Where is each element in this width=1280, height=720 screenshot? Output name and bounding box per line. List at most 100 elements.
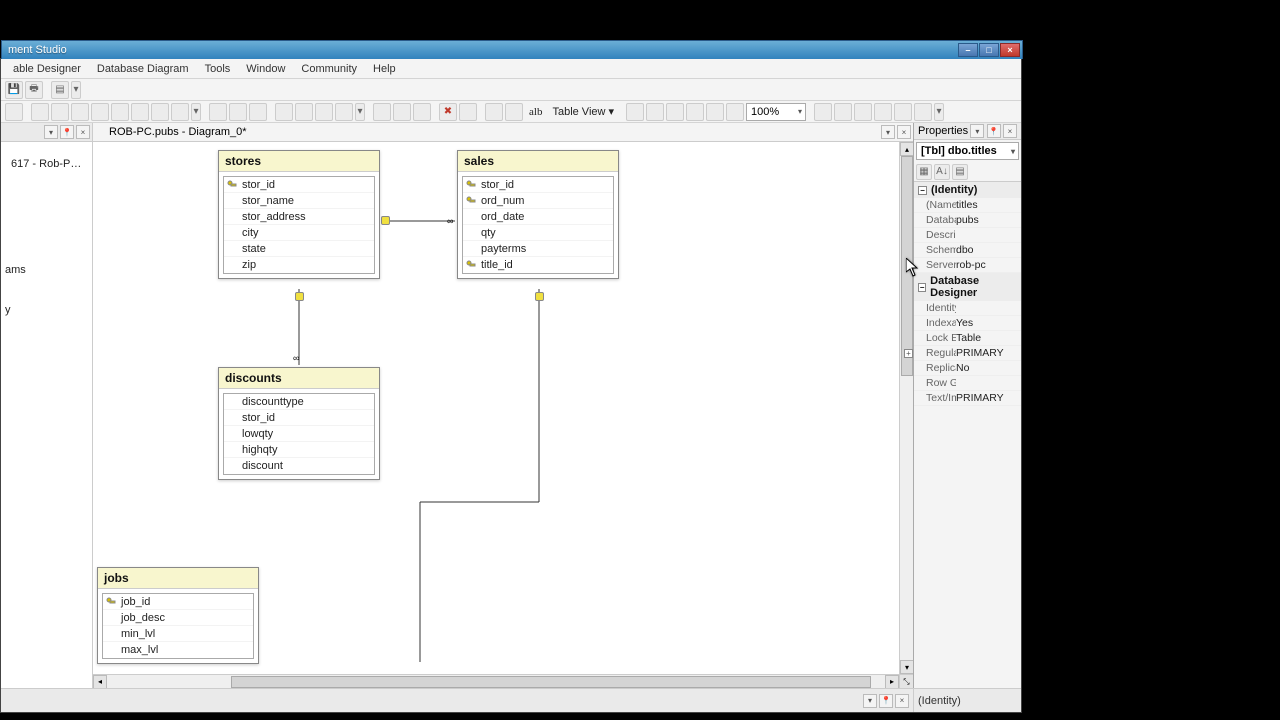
property-group-identity[interactable]: − (Identity) [914,182,1021,198]
property-replicated[interactable]: ReplicatNo [914,361,1021,376]
column-discounttype[interactable]: discounttype [224,394,374,410]
property-name[interactable]: (Name)titles [914,198,1021,213]
relation-endpoint-icon[interactable] [295,292,304,301]
property-regular[interactable]: +RegularPRIMARY [914,346,1021,361]
close-icon[interactable]: × [1003,124,1017,138]
print-icon[interactable]: 🖶 [25,81,43,99]
toolbar-btn[interactable] [413,103,431,121]
scroll-right-icon[interactable]: ▸ [885,675,899,689]
pin-icon[interactable]: 📍 [987,124,1001,138]
toolbar-btn[interactable]: ✖ [439,103,457,121]
property-group-designer[interactable]: − Database Designer [914,273,1021,301]
column-state[interactable]: state [224,241,374,257]
dropdown-icon[interactable]: ▾ [44,125,58,139]
column-max-lvl[interactable]: max_lvl [103,642,253,658]
column-payterms[interactable]: payterms [463,241,613,257]
column-min-lvl[interactable]: min_lvl [103,626,253,642]
toolbar-btn[interactable] [626,103,644,121]
table-view-dropdown[interactable]: Table View ▾ [548,105,618,118]
table-sales[interactable]: sales stor_id ord_num ord_date qty payte… [457,150,619,279]
collapse-icon[interactable]: − [918,283,926,292]
column-ord-date[interactable]: ord_date [463,209,613,225]
toolbar-btn[interactable] [151,103,169,121]
expand-icon[interactable]: + [904,349,913,358]
property-row-guid[interactable]: Row GU [914,376,1021,391]
toolbar-btn[interactable] [315,103,333,121]
scroll-up-icon[interactable]: ▴ [900,142,914,156]
property-indexable[interactable]: IndexablYes [914,316,1021,331]
dropdown-icon[interactable]: ▾ [191,103,201,121]
scroll-thumb[interactable] [231,676,871,688]
table-stores[interactable]: stores stor_id stor_name stor_address ci… [218,150,380,279]
column-title-id[interactable]: title_id [463,257,613,273]
toolbar-btn[interactable]: ▤ [51,81,69,99]
toolbar-btn[interactable] [874,103,892,121]
menu-table-designer[interactable]: able Designer [5,61,89,77]
save-icon[interactable]: 💾 [5,81,23,99]
column-discount[interactable]: discount [224,458,374,474]
toolbar-btn[interactable] [686,103,704,121]
properties-object-selector[interactable]: [Tbl] dbo.titles [916,142,1019,160]
toolbar-btn[interactable] [71,103,89,121]
property-lock-escalation[interactable]: Lock EscTable [914,331,1021,346]
toolbar-btn[interactable] [854,103,872,121]
toolbar-btn[interactable] [229,103,247,121]
toolbar-btn[interactable] [131,103,149,121]
toolbar-btn[interactable] [31,103,49,121]
alphabetical-icon[interactable]: A↓ [934,164,950,180]
toolbar-btn[interactable] [249,103,267,121]
dropdown-icon[interactable]: ▾ [934,103,944,121]
diagram-canvas[interactable]: ∞ ∞ stores stor_id stor_name stor_addres… [93,142,899,674]
column-job-desc[interactable]: job_desc [103,610,253,626]
property-text-image[interactable]: Text/ImPRIMARY [914,391,1021,406]
dropdown-icon[interactable]: ▾ [970,124,984,138]
column-lowqty[interactable]: lowqty [224,426,374,442]
table-title[interactable]: sales [458,151,618,172]
table-jobs[interactable]: jobs job_id job_desc min_lvl max_lvl [97,567,259,664]
table-title[interactable]: jobs [98,568,258,589]
pin-icon[interactable]: 📍 [60,125,74,139]
dropdown-icon[interactable]: ▾ [355,103,365,121]
toolbar-btn[interactable] [275,103,293,121]
column-job-id[interactable]: job_id [103,594,253,610]
dropdown-icon[interactable]: ▾ [863,694,877,708]
toolbar-btn[interactable] [295,103,313,121]
column-ord-num[interactable]: ord_num [463,193,613,209]
toolbar-btn[interactable] [914,103,932,121]
toolbar-btn[interactable] [459,103,477,121]
toolbar-btn[interactable] [505,103,523,121]
property-server-name[interactable]: Server Nrob-pc [914,258,1021,273]
tree-node[interactable]: ams [1,260,92,280]
close-button[interactable]: × [1000,43,1020,57]
pin-icon[interactable]: 📍 [879,694,893,708]
menu-database-diagram[interactable]: Database Diagram [89,61,197,77]
scroll-down-icon[interactable]: ▾ [900,660,914,674]
property-identity[interactable]: Identity [914,301,1021,316]
toolbar-btn[interactable] [706,103,724,121]
column-highqty[interactable]: highqty [224,442,374,458]
relation-endpoint-icon[interactable] [535,292,544,301]
toolbar-btn[interactable] [666,103,684,121]
table-title[interactable]: discounts [219,368,379,389]
toolbar-btn[interactable] [51,103,69,121]
scroll-thumb[interactable] [901,156,913,376]
close-icon[interactable]: × [897,125,911,139]
toolbar-btn[interactable] [373,103,391,121]
scroll-corner[interactable]: ⤡ [899,674,913,688]
column-stor-id[interactable]: stor_id [224,410,374,426]
column-stor-address[interactable]: stor_address [224,209,374,225]
menu-help[interactable]: Help [365,61,404,77]
toolbar-btn[interactable] [726,103,744,121]
scroll-left-icon[interactable]: ◂ [93,675,107,689]
toolbar-btn[interactable] [485,103,503,121]
toolbar-btn[interactable] [111,103,129,121]
toolbar-btn[interactable] [814,103,832,121]
toolbar-btn[interactable] [393,103,411,121]
title-bar[interactable]: ment Studio – □ × [1,40,1023,59]
toolbar-btn[interactable] [646,103,664,121]
dropdown-icon[interactable]: ▾ [71,81,81,99]
categorized-icon[interactable]: ▦ [916,164,932,180]
property-schema[interactable]: Schemadbo [914,243,1021,258]
minimize-button[interactable]: – [958,43,978,57]
zoom-combo[interactable]: 100% [746,103,806,121]
